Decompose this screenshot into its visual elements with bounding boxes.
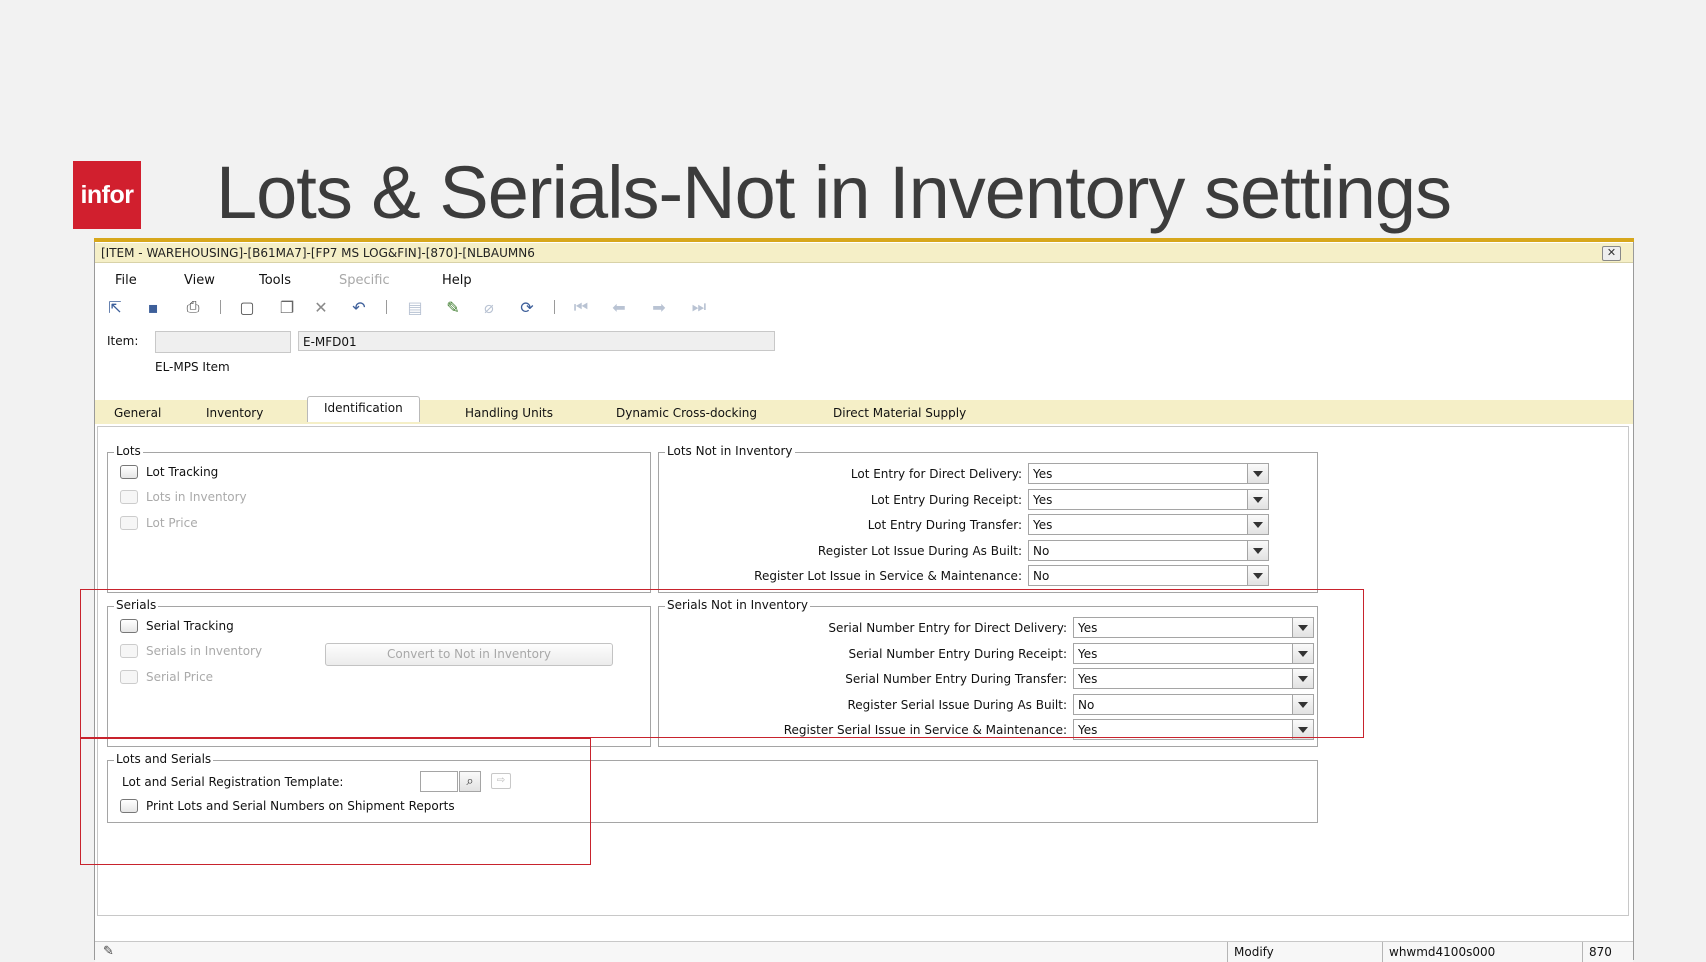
tab-strip: General Inventory Identification Handlin…	[95, 396, 1633, 424]
serials-not-in-inventory-title: Serials Not in Inventory	[665, 598, 810, 612]
serials-not-in-inventory-group: Serials Not in Inventory Serial Number E…	[658, 598, 1318, 747]
tab-inventory[interactable]: Inventory	[206, 406, 263, 420]
save-icon[interactable]: ▪	[141, 296, 165, 318]
register-lot-service-row: Register Lot Issue in Service & Maintena…	[754, 569, 1022, 583]
item-description: EL-MPS Item	[155, 360, 230, 374]
tab-general[interactable]: General	[114, 406, 161, 420]
chevron-down-icon[interactable]	[1292, 644, 1313, 663]
menu-view[interactable]: View	[184, 273, 215, 288]
register-serial-as-built-select[interactable]: No	[1073, 694, 1314, 715]
status-mode: Modify	[1227, 942, 1382, 962]
menu-help[interactable]: Help	[442, 273, 472, 288]
lot-price-checkbox[interactable]: Lot Price	[120, 516, 198, 530]
chevron-down-icon[interactable]	[1292, 618, 1313, 637]
edit-icon[interactable]: ✎	[441, 296, 465, 318]
lot-entry-receipt-select[interactable]: Yes	[1028, 489, 1269, 510]
serial-tracking-checkbox[interactable]: Serial Tracking	[120, 619, 234, 633]
lots-not-in-inventory-title: Lots Not in Inventory	[665, 444, 795, 458]
register-lot-as-built-row: Register Lot Issue During As Built:	[817, 544, 1022, 558]
lots-in-inventory-checkbox[interactable]: Lots in Inventory	[120, 490, 247, 504]
slide-title: Lots & Serials-Not in Inventory settings	[216, 151, 1452, 234]
window-accent-bar	[94, 238, 1634, 242]
tab-identification[interactable]: Identification	[307, 396, 420, 422]
toolbar: ⇱ ▪ ⎙ ▢ ❐ ✕ ↶ ▤ ✎ ⌀ ⟳ ⏮ ⬅ ➡ ⏭	[103, 296, 903, 320]
menu-specific[interactable]: Specific	[339, 273, 390, 288]
tab-direct-material-supply[interactable]: Direct Material Supply	[833, 406, 966, 420]
undo-icon[interactable]: ↶	[347, 296, 371, 318]
item-warehousing-window: [ITEM - WAREHOUSING]-[B61MA7]-[FP7 MS LO…	[94, 238, 1634, 962]
save-and-close-icon[interactable]: ⇱	[103, 296, 127, 318]
register-lot-as-built-select[interactable]: No	[1028, 540, 1269, 561]
chevron-down-icon[interactable]	[1247, 464, 1268, 483]
window-title: [ITEM - WAREHOUSING]-[B61MA7]-[FP7 MS LO…	[101, 246, 535, 260]
close-icon[interactable]: ✕	[1602, 246, 1621, 261]
paperclip-icon[interactable]: ⌀	[477, 296, 501, 318]
registration-template-input[interactable]	[420, 771, 458, 792]
identification-panel: Lots Lot Tracking Lots in Inventory Lot …	[97, 426, 1629, 916]
new-icon[interactable]: ▢	[235, 296, 259, 318]
tab-dynamic-cross-docking[interactable]: Dynamic Cross-docking	[616, 406, 757, 420]
chevron-down-icon[interactable]	[1247, 515, 1268, 534]
window-titlebar: [ITEM - WAREHOUSING]-[B61MA7]-[FP7 MS LO…	[95, 243, 1633, 263]
register-serial-as-built-row: Register Serial Issue During As Built:	[847, 698, 1067, 712]
tab-handling-units[interactable]: Handling Units	[465, 406, 553, 420]
first-record-icon[interactable]: ⏮	[569, 296, 593, 318]
lot-entry-direct-delivery-row: Lot Entry for Direct Delivery:	[850, 467, 1022, 481]
last-record-icon[interactable]: ⏭	[687, 296, 711, 318]
lot-entry-direct-delivery-select[interactable]: Yes	[1028, 463, 1269, 484]
attachment-icon[interactable]: ▤	[403, 296, 427, 318]
item-label: Item:	[107, 334, 139, 348]
serials-in-inventory-checkbox[interactable]: Serials in Inventory	[120, 644, 262, 658]
search-icon[interactable]: ⌕	[459, 771, 481, 792]
lot-entry-transfer-select[interactable]: Yes	[1028, 514, 1269, 535]
lots-group: Lots Lot Tracking Lots in Inventory Lot …	[107, 444, 651, 593]
serial-entry-receipt-row: Serial Number Entry During Receipt:	[848, 647, 1067, 661]
chevron-down-icon[interactable]	[1292, 695, 1313, 714]
menu-file[interactable]: File	[115, 273, 137, 288]
lots-group-title: Lots	[114, 444, 143, 458]
chevron-down-icon[interactable]	[1247, 490, 1268, 509]
item-code-field[interactable]: E-MFD01	[298, 331, 775, 351]
register-serial-service-select[interactable]: Yes	[1073, 719, 1314, 740]
item-project-field[interactable]	[155, 331, 291, 353]
serial-price-checkbox[interactable]: Serial Price	[120, 670, 213, 684]
zoom-to-template-icon[interactable]: ⇨	[491, 773, 511, 789]
refresh-icon[interactable]: ⟳	[515, 296, 539, 318]
menu-bar: File View Tools Specific Help	[95, 273, 1633, 293]
register-serial-service-row: Register Serial Issue in Service & Maint…	[783, 723, 1067, 737]
copy-icon[interactable]: ❐	[275, 296, 299, 318]
lot-entry-receipt-row: Lot Entry During Receipt:	[870, 493, 1022, 507]
serial-entry-transfer-select[interactable]: Yes	[1073, 668, 1314, 689]
serial-entry-transfer-row: Serial Number Entry During Transfer:	[845, 672, 1067, 686]
previous-record-icon[interactable]: ⬅	[607, 296, 631, 318]
status-company: 870	[1582, 942, 1633, 962]
checkbox-box	[120, 465, 138, 479]
pencil-icon: ✎	[103, 944, 114, 959]
status-bar: ✎ Modify whwmd4100s000 870	[95, 941, 1633, 962]
chevron-down-icon[interactable]	[1292, 720, 1313, 739]
serial-entry-direct-delivery-select[interactable]: Yes	[1073, 617, 1314, 638]
lots-not-in-inventory-group: Lots Not in Inventory Lot Entry for Dire…	[658, 444, 1318, 593]
registration-template-label: Lot and Serial Registration Template:	[122, 775, 344, 789]
serials-group-title: Serials	[114, 598, 159, 612]
chevron-down-icon[interactable]	[1247, 541, 1268, 560]
infor-logo: infor	[73, 161, 141, 229]
delete-icon[interactable]: ✕	[309, 296, 333, 318]
register-lot-service-select[interactable]: No	[1028, 565, 1269, 586]
lot-entry-transfer-row: Lot Entry During Transfer:	[867, 518, 1022, 532]
status-session: whwmd4100s000	[1382, 942, 1582, 962]
serial-entry-direct-delivery-row: Serial Number Entry for Direct Delivery:	[828, 621, 1067, 635]
print-lots-serials-checkbox[interactable]: Print Lots and Serial Numbers on Shipmen…	[120, 799, 455, 813]
convert-to-not-in-inventory-button[interactable]: Convert to Not in Inventory	[325, 643, 613, 666]
next-record-icon[interactable]: ➡	[647, 296, 671, 318]
lots-and-serials-group: Lots and Serials Lot and Serial Registra…	[107, 752, 1318, 823]
chevron-down-icon[interactable]	[1292, 669, 1313, 688]
menu-tools[interactable]: Tools	[259, 273, 291, 288]
lots-and-serials-title: Lots and Serials	[114, 752, 214, 766]
chevron-down-icon[interactable]	[1247, 566, 1268, 585]
serials-group: Serials Serial Tracking Serials in Inven…	[107, 598, 651, 747]
lot-tracking-checkbox[interactable]: Lot Tracking	[120, 465, 218, 479]
print-icon[interactable]: ⎙	[181, 296, 205, 318]
serial-entry-receipt-select[interactable]: Yes	[1073, 643, 1314, 664]
